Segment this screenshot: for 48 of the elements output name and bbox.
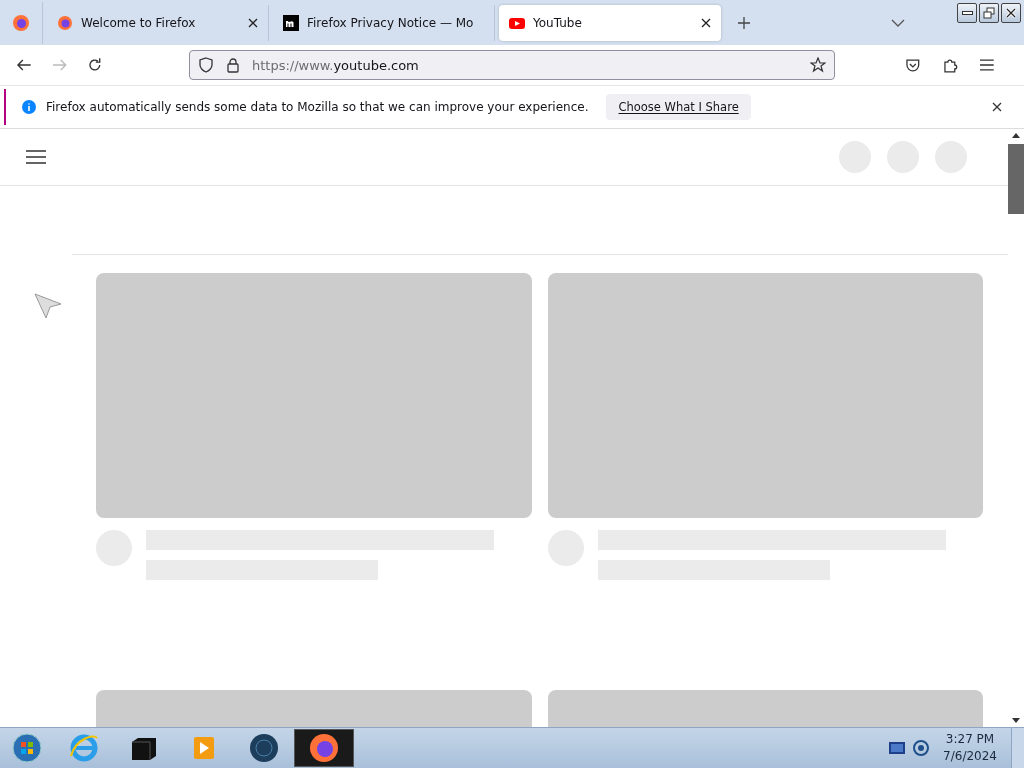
choose-button[interactable]: Choose What I Share xyxy=(606,94,751,120)
notification-text: Firefox automatically sends some data to Mozilla so that we can improve your experience. xyxy=(46,100,589,114)
minimize-icon xyxy=(961,11,973,15)
firefox-icon xyxy=(57,15,73,31)
browser-tab[interactable]: YouTube xyxy=(499,5,721,41)
close-icon[interactable] xyxy=(248,18,258,28)
tab-title: Welcome to Firefox xyxy=(81,16,197,30)
close-icon[interactable] xyxy=(701,18,711,28)
play-icon xyxy=(509,15,525,31)
back-icon[interactable] xyxy=(16,57,32,73)
clock-date: 7/6/2024 xyxy=(943,748,997,765)
browser-tab[interactable]: Firefox Privacy Notice — Mo xyxy=(273,5,495,41)
globe-icon xyxy=(248,732,280,764)
address-bar[interactable]: https://www.youtube.com xyxy=(188,50,835,80)
restore-icon xyxy=(983,7,995,19)
taskbar-app[interactable] xyxy=(294,729,354,767)
scroll-down-icon[interactable] xyxy=(1012,718,1020,724)
clock[interactable]: 3:27 PM 7/6/2024 xyxy=(943,731,997,765)
puzzle-icon[interactable] xyxy=(942,57,959,73)
menu-icon[interactable] xyxy=(980,59,995,71)
close-icon xyxy=(1005,7,1017,19)
pointer-icon xyxy=(34,293,62,319)
restore-button[interactable] xyxy=(979,3,999,23)
tab-title: YouTube xyxy=(533,16,583,30)
e-logo-icon xyxy=(68,732,100,764)
scrollbar-thumb[interactable] xyxy=(1008,144,1024,214)
lock-icon[interactable] xyxy=(225,57,240,73)
pocket-icon[interactable] xyxy=(905,57,921,73)
tab-title: Firefox Privacy Notice — Mo xyxy=(307,16,475,30)
chevron-down-icon[interactable] xyxy=(891,19,905,27)
info-icon xyxy=(22,100,36,114)
m-logo-icon xyxy=(283,15,299,31)
scroll-up-icon[interactable] xyxy=(1012,132,1020,138)
menu-icon[interactable] xyxy=(26,150,46,164)
url-text: https://www.youtube.com xyxy=(251,57,419,73)
network-icon[interactable] xyxy=(913,740,930,756)
close-icon[interactable] xyxy=(992,102,1002,112)
shield-icon[interactable] xyxy=(197,57,214,73)
firefox-icon xyxy=(308,732,340,764)
browser-tab[interactable]: Welcome to Firefox xyxy=(47,5,269,41)
star-icon[interactable] xyxy=(810,57,826,73)
windows-logo-icon xyxy=(12,733,42,763)
minimize-button[interactable] xyxy=(957,3,977,23)
new-tab-icon[interactable] xyxy=(737,16,751,30)
close-button[interactable] xyxy=(1001,3,1021,23)
reload-icon[interactable] xyxy=(87,57,103,73)
monitor-icon[interactable] xyxy=(889,742,906,754)
clock-time: 3:27 PM xyxy=(945,731,995,748)
